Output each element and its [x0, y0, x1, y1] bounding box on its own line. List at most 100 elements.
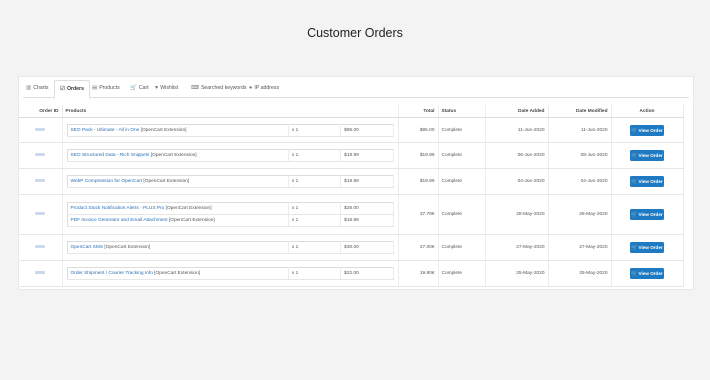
order-id-link[interactable]	[35, 179, 46, 182]
product-qty: x 1	[287, 149, 342, 162]
product-list: SEO Pack - Ultimate - All in One [OpenCa…	[66, 123, 394, 137]
order-status: Complete	[438, 117, 486, 143]
bar-chart-icon: ▥	[26, 85, 32, 91]
order-date-modified: 28-May-2020	[548, 194, 612, 235]
globe-icon: ●	[249, 85, 253, 91]
view-order-button[interactable]: 🛒View Order	[630, 176, 664, 187]
product-link[interactable]: OpenCart SMS	[71, 245, 104, 250]
order-id-cell[interactable]	[19, 260, 63, 287]
order-id-link[interactable]	[35, 127, 46, 131]
order-date-added: 28-May-2020	[485, 194, 549, 235]
order-status: Complete	[438, 168, 486, 195]
product-list: Order Shipment / Courier Tracking Info […	[66, 267, 394, 280]
order-id-cell[interactable]	[19, 117, 63, 143]
orders-table: Order ID Products Total Status Date Adde…	[19, 105, 684, 287]
order-date-modified: 25-May-2020	[548, 260, 612, 287]
product-price: $22.00	[340, 267, 394, 280]
products-cell: Product Stock Notification Alerts - PLUS…	[62, 194, 399, 235]
cart-icon: 🛒	[631, 127, 638, 134]
order-total: $85.00	[398, 117, 439, 143]
product-link[interactable]: SEO Pack - Ultimate - All in One	[71, 128, 140, 133]
cart-icon: 🛒	[631, 212, 638, 218]
order-total: 37.79€	[398, 194, 439, 235]
order-id-cell[interactable]	[19, 234, 63, 261]
order-id-link[interactable]	[35, 153, 46, 156]
product-price: $85.00	[340, 123, 394, 137]
product-price: $16.99	[340, 214, 394, 227]
product-line: PDF Invoice Generator and Email Attachme…	[66, 214, 394, 227]
header-status: Status	[438, 105, 486, 118]
tab-searched-keywords[interactable]: ⌨ Searched keywords	[188, 80, 250, 97]
product-qty: x 1	[287, 123, 342, 137]
order-status: Complete	[438, 234, 486, 261]
order-status: Complete	[438, 142, 486, 169]
order-total: $19.99	[398, 168, 439, 195]
order-date-modified: 04-Jun-2020	[548, 168, 612, 195]
view-order-button[interactable]: 🛒View Order	[630, 124, 664, 136]
order-id-cell[interactable]	[19, 168, 63, 195]
product-qty: x 1	[287, 241, 342, 254]
products-cell: SEO Structured Data - Rich Snippets [Ope…	[62, 142, 399, 169]
product-price: $19.99	[340, 149, 394, 162]
tab-cart[interactable]: 🛒 Cart	[127, 80, 152, 97]
view-order-button[interactable]: 🛒View Order	[630, 150, 664, 161]
tab-wishlist[interactable]: ♥ Wishlist	[152, 80, 181, 97]
header-date-added: Date Added	[485, 105, 549, 118]
product-link[interactable]: Product Stock Notification Alerts - PLUS…	[71, 206, 165, 211]
orders-panel: ▥ Charts ☑ Orders ▤ Products 🛒 Cart ♥ Wishlis…	[18, 76, 694, 290]
view-order-button[interactable]: 🛒View Order	[630, 242, 664, 253]
page-title: Customer Orders	[307, 26, 403, 40]
action-cell: 🛒View Order	[611, 234, 684, 261]
action-cell: 🛒View Order	[611, 260, 684, 287]
order-id-cell[interactable]	[19, 194, 63, 235]
tab-ip-address[interactable]: ● IP address	[246, 80, 282, 97]
order-id-link[interactable]	[35, 271, 46, 274]
table-row: Order Shipment / Courier Tracking Info […	[19, 260, 684, 287]
view-order-button[interactable]: 🛒View Order	[630, 268, 664, 279]
action-cell: 🛒View Order	[611, 117, 684, 143]
tab-charts[interactable]: ▥ Charts	[23, 80, 51, 97]
product-link[interactable]: Order Shipment / Courier Tracking Info	[71, 271, 153, 276]
products-cell: WebP Compression for OpenCart [OpenCart …	[62, 168, 399, 195]
order-date-added: 25-May-2020	[485, 260, 549, 287]
product-list: Product Stock Notification Alerts - PLUS…	[66, 202, 394, 227]
products-cell: Order Shipment / Courier Tracking Info […	[62, 260, 399, 287]
view-order-button[interactable]: 🛒View Order	[630, 209, 664, 220]
product-price: $30.00	[340, 241, 394, 254]
order-status: Complete	[438, 260, 486, 287]
product-link[interactable]: SEO Structured Data - Rich Snippets	[71, 153, 150, 158]
heart-icon: ♥	[155, 85, 159, 91]
product-qty: x 1	[287, 202, 342, 215]
table-row: Product Stock Notification Alerts - PLUS…	[19, 194, 684, 235]
cart-icon: 🛒	[631, 153, 638, 159]
order-date-added: 27-May-2020	[485, 234, 549, 261]
order-date-modified: 27-May-2020	[548, 234, 612, 261]
order-total: 27.00€	[398, 234, 439, 261]
tab-products[interactable]: ▤ Products	[89, 80, 123, 97]
order-date-added: 04-Jun-2020	[485, 168, 549, 195]
header-products: Products	[62, 105, 399, 118]
table-row: SEO Pack - Ultimate - All in One [OpenCa…	[19, 117, 684, 143]
product-list: SEO Structured Data - Rich Snippets [Ope…	[66, 149, 394, 162]
header-total: Total	[398, 105, 439, 118]
order-id-link[interactable]	[35, 245, 46, 248]
list-icon: ▤	[92, 85, 98, 91]
order-date-modified: 08-Jun-2020	[548, 142, 612, 169]
product-qty: x 1	[287, 175, 342, 188]
order-status: Complete	[438, 194, 486, 235]
tab-bar: ▥ Charts ☑ Orders ▤ Products 🛒 Cart ♥ Wishlis…	[23, 77, 689, 99]
product-price: $19.99	[340, 175, 394, 188]
order-id-link[interactable]	[35, 212, 46, 215]
cart-icon: 🛒	[130, 85, 137, 91]
order-id-cell[interactable]	[19, 142, 63, 169]
product-list: WebP Compression for OpenCart [OpenCart …	[66, 175, 394, 188]
header-action: Action	[611, 105, 684, 118]
product-qty: x 1	[287, 214, 342, 227]
tab-orders[interactable]: ☑ Orders	[54, 80, 90, 99]
product-link[interactable]: WebP Compression for OpenCart	[71, 179, 143, 184]
product-link[interactable]: PDF Invoice Generator and Email Attachme…	[71, 218, 168, 223]
cart-icon: 🛒	[631, 245, 638, 251]
order-date-added: 06-Jun-2020	[485, 142, 549, 169]
table-header-row: Order ID Products Total Status Date Adde…	[19, 105, 684, 118]
product-line: OpenCart SMS [OpenCart Extension] x 1 $3…	[66, 241, 394, 254]
